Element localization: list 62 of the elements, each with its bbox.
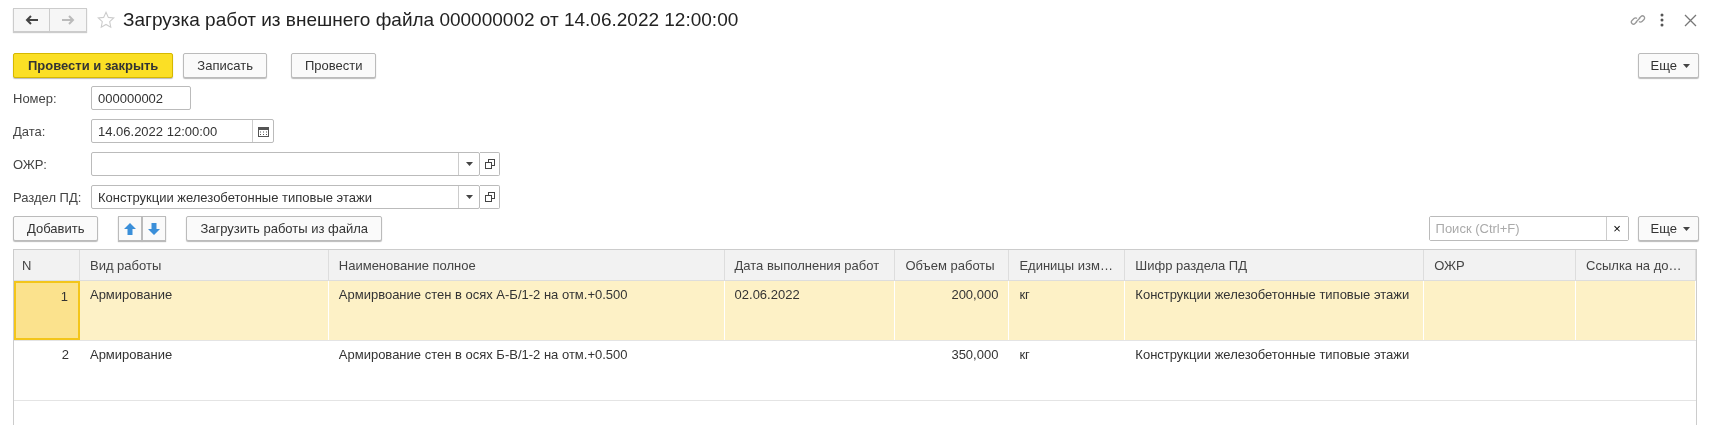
close-icon[interactable] <box>1684 13 1697 27</box>
arrow-up-icon <box>124 222 137 235</box>
forward-arrow-icon <box>61 15 75 25</box>
table-row[interactable]: 1 Армирование Армирвоание стен в осях А-Б/1-2 на отм.+0.500 02.06.2022 200,000 кг Конструкции железобетонные типовые этажи <box>14 281 1696 341</box>
window-title: Загрузка работ из внешнего файла 000000002 от 14.06.2022 12:00:00 <box>123 9 739 31</box>
link-icon[interactable] <box>1630 12 1646 28</box>
table-cell: кг <box>1019 287 1030 302</box>
column-header[interactable]: ОЖР <box>1424 250 1577 280</box>
column-header[interactable]: Ссылка на до… <box>1576 250 1696 280</box>
column-header[interactable]: Шифр раздела ПД <box>1125 250 1425 280</box>
field-label: Номер: <box>13 90 58 106</box>
back-arrow-icon <box>24 15 39 25</box>
table-cell: Армирование стен в осях Б-В/1-2 на отм.+0.500 <box>338 347 628 362</box>
more-button[interactable]: Еще <box>1637 216 1699 241</box>
arrow-down-icon <box>148 222 161 235</box>
column-header[interactable]: Единицы изм… <box>1009 250 1126 280</box>
table-cell: Армирвоание стен в осях А-Б/1-2 на отм.+0.500 <box>338 287 628 302</box>
open-button[interactable] <box>480 185 500 209</box>
column-header[interactable]: Наименование полное <box>328 250 725 280</box>
add-button[interactable]: Добавить <box>13 216 99 241</box>
table-cell: 1 <box>60 289 68 304</box>
table-cell: 200,000 <box>951 287 999 302</box>
open-window-icon <box>484 192 495 202</box>
open-button[interactable] <box>480 152 500 176</box>
select-field[interactable]: Конструкции железобетонные типовые этажи <box>91 185 480 209</box>
load-button[interactable]: Загрузить работы из файла <box>186 216 383 241</box>
caret-icon <box>1683 63 1690 68</box>
clear-button[interactable]: × <box>1605 217 1628 240</box>
table-cell: Армирование <box>89 347 173 362</box>
table-cell: Конструкции железобетонные типовые этажи <box>1135 287 1410 302</box>
dropdown-icon <box>465 162 473 166</box>
select-field[interactable] <box>91 152 480 176</box>
date-field[interactable]: 14.06.2022 12:00:00 <box>91 119 274 143</box>
search-field[interactable]: Поиск (Ctrl+F) × <box>1428 216 1629 241</box>
table-cell: 2 <box>61 347 69 362</box>
table-cell: Конструкции железобетонные типовые этажи <box>1135 347 1410 362</box>
table-row[interactable]: 2 Армирование Армирование стен в осях Б-В/1-2 на отм.+0.500 350,000 кг Конструкции железобетонные типовые этажи <box>14 341 1696 401</box>
command-button[interactable]: Провести и закрыть <box>13 53 174 78</box>
star-icon[interactable] <box>97 11 115 29</box>
table-cell: 350,000 <box>951 347 999 362</box>
calendar-icon <box>257 125 269 137</box>
number-field[interactable]: 000000002 <box>91 86 191 110</box>
field-label: Раздел ПД: <box>13 189 83 205</box>
column-header[interactable]: N <box>14 250 80 280</box>
field-label: ОЖР: <box>13 156 48 172</box>
caret-icon <box>1683 226 1690 231</box>
table-cell: кг <box>1019 347 1030 362</box>
command-button[interactable]: Провести <box>290 53 377 78</box>
table-cell: 02.06.2022 <box>734 287 800 302</box>
column-header[interactable]: Вид работы <box>79 250 329 280</box>
dropdown-icon <box>465 195 473 199</box>
more-vertical-icon[interactable] <box>1660 13 1664 27</box>
move-down-button[interactable] <box>142 216 167 241</box>
column-header[interactable]: Объем работы <box>895 250 1010 280</box>
back-button[interactable] <box>13 8 50 32</box>
column-header[interactable]: Дата выполнения работ <box>724 250 896 280</box>
field-label: Дата: <box>13 123 47 139</box>
table-cell: Армирование <box>89 287 173 302</box>
command-button[interactable]: Записать <box>183 53 267 78</box>
move-up-button[interactable] <box>118 216 143 241</box>
more-button[interactable]: Еще <box>1637 53 1699 78</box>
open-window-icon <box>484 159 495 169</box>
